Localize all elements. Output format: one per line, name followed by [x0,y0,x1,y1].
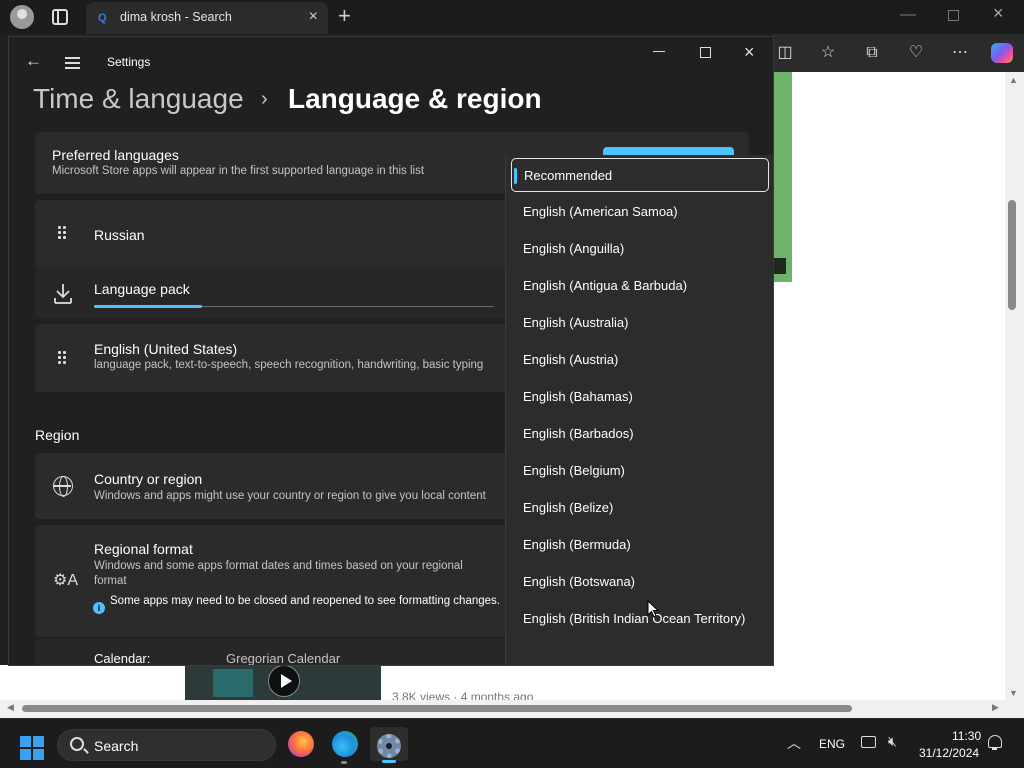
clock-date[interactable]: 31/12/2024 [919,746,979,760]
browser-titlebar: Q dima krosh - Search × + — × [0,0,1024,34]
dropdown-option[interactable]: English (Austria) [511,343,769,377]
copilot-icon[interactable] [991,43,1013,63]
more-icon[interactable]: ⋯ [950,43,970,63]
region-heading: Region [35,427,80,443]
scrollbar-corner [1005,700,1024,718]
download-icon [54,284,72,304]
language-pack-label: Language pack [94,281,190,297]
minimize-icon[interactable] [653,51,665,52]
browser-close-icon[interactable]: × [993,3,1004,24]
taskbar-search[interactable]: Search [57,729,276,761]
browser-minimize-icon[interactable]: — [900,6,916,24]
drag-handle-icon[interactable] [57,350,67,366]
regional-format-subtitle: Windows and some apps format dates and t… [94,560,463,587]
scroll-right-icon[interactable]: ▶ [992,702,999,713]
language-pack-progress [94,305,202,308]
language-name: Russian [94,227,145,243]
window-title: Settings [107,55,151,69]
browser-maximize-icon[interactable] [948,10,959,21]
calendar-value: Gregorian Calendar [226,651,341,666]
dropdown-option[interactable]: English (American Samoa) [511,195,769,229]
preferred-languages-subtitle: Microsoft Store apps will appear in the … [52,165,425,177]
search-icon [70,737,84,751]
firefox-icon[interactable] [288,731,314,757]
regional-format-title: Regional format [94,541,193,557]
calendar-label: Calendar: [94,651,151,666]
gear-icon [377,734,401,758]
dropdown-option[interactable]: English (Bahamas) [511,380,769,414]
scroll-down-icon[interactable]: ▼ [1009,688,1018,698]
taskbar: Search ︿ ENG 🔇︎ 11:30 31/12/2024 [0,718,1024,768]
dropdown-option[interactable]: English (Anguilla) [511,232,769,266]
favorites-icon[interactable]: ☆ [818,43,838,63]
notification-bell-icon[interactable] [988,735,1002,750]
dropdown-option[interactable]: English (Botswana) [511,565,769,599]
web-page-image-badge [773,258,786,274]
page-title: Language & region [288,83,542,114]
drag-handle-icon[interactable] [57,225,67,241]
edge-icon[interactable] [332,731,358,757]
breadcrumb-chevron-icon: › [261,88,268,110]
dropdown-option[interactable]: English (Bermuda) [511,528,769,562]
scroll-up-icon[interactable]: ▲ [1009,75,1018,85]
regional-format-note: Some apps may need to be closed and reop… [110,595,500,607]
tab-actions-icon[interactable] [52,9,68,25]
tab-title: dima krosh - Search [120,10,232,24]
search-label: Search [94,738,139,754]
dropdown-option[interactable]: English (Antigua & Barbuda) [511,269,769,303]
web-page-image[interactable] [773,72,792,282]
windows-start-icon[interactable] [20,736,44,760]
vertical-scrollbar[interactable] [1005,72,1024,700]
tab-close-icon[interactable]: × [309,8,318,26]
dropdown-option[interactable]: English (Belgium) [511,454,769,488]
browser-essentials-icon[interactable]: ♡ [906,43,926,63]
chevron-up-icon[interactable]: ︿ [787,733,801,753]
profile-avatar-icon[interactable] [10,5,34,29]
language-name: English (United States) [94,341,238,357]
regional-format-icon: ⚙A [53,572,79,589]
settings-window: ← Settings × Time & language › Language … [8,36,774,666]
search-favicon-icon: Q [98,12,107,24]
scroll-left-icon[interactable]: ◀ [7,702,14,713]
dropdown-option[interactable]: English (Barbados) [511,417,769,451]
horizontal-scrollbar-thumb[interactable] [22,705,852,712]
edge-running-indicator [341,761,347,764]
collections-icon[interactable]: ⧉ [862,43,882,63]
vertical-scrollbar-thumb[interactable] [1008,200,1016,310]
maximize-icon[interactable] [700,47,711,58]
volume-muted-icon[interactable]: 🔇︎ [888,733,897,750]
dropdown-option[interactable]: English (Belize) [511,491,769,525]
web-page-content [773,72,1005,700]
back-arrow-icon[interactable]: ← [25,51,42,71]
language-dropdown[interactable]: Recommended English (American Samoa) Engli… [505,155,773,665]
dropdown-option[interactable]: English (Australia) [511,306,769,340]
dropdown-option[interactable]: Recommended [511,158,769,192]
language-indicator[interactable]: ENG [819,737,845,751]
globe-icon [53,476,73,497]
country-title: Country or region [94,471,203,487]
language-detail: language pack, text-to-speech, speech re… [94,359,484,371]
clock-time[interactable]: 11:30 [952,729,981,743]
country-subtitle: Windows and apps might use your country … [94,490,486,502]
settings-active-indicator [382,760,396,763]
display-icon[interactable] [861,736,876,748]
new-tab-icon[interactable]: + [338,3,351,29]
split-screen-icon[interactable]: ◫ [775,43,795,63]
dropdown-option[interactable]: English (British Indian Ocean Territory) [511,602,769,636]
close-icon[interactable]: × [744,42,755,63]
breadcrumb-parent[interactable]: Time & language [33,83,244,115]
browser-toolbar: ◫ ☆ ⧉ ♡ ⋯ [773,34,1024,72]
browser-tab[interactable]: Q dima krosh - Search × [86,2,328,34]
play-icon[interactable] [268,665,300,697]
preferred-languages-title: Preferred languages [52,147,179,163]
info-icon: i [93,602,105,614]
hamburger-menu-icon[interactable] [65,57,80,59]
